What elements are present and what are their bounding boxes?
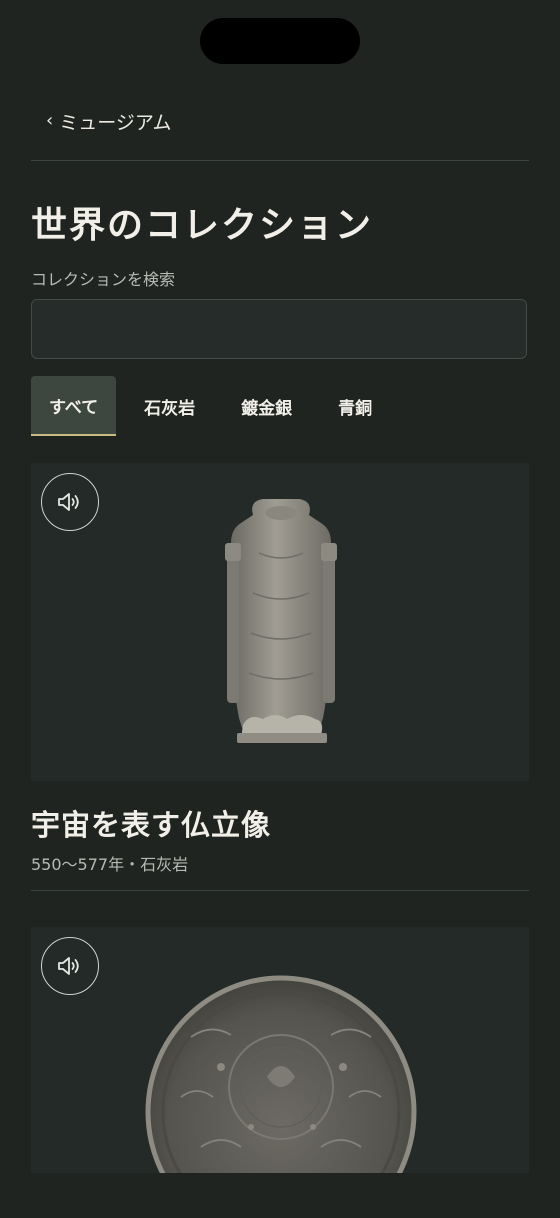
device-notch	[200, 18, 360, 64]
filter-tab-label: 鍍金銀	[241, 398, 293, 419]
back-button-label: ミュージアム	[59, 111, 172, 134]
page-title: 世界のコレクション	[31, 205, 374, 246]
collection-item-image[interactable]	[31, 463, 529, 781]
collection-item-title[interactable]: 宇宙を表す仏立像	[31, 802, 271, 844]
audio-play-button[interactable]	[41, 473, 99, 531]
header-divider	[31, 160, 529, 161]
chevron-left-icon: ‹	[46, 110, 54, 131]
filter-tab-bronze[interactable]: 青銅	[320, 376, 390, 436]
search-label: コレクションを検索	[31, 270, 176, 289]
item-divider	[31, 890, 529, 891]
audio-play-button[interactable]	[41, 937, 99, 995]
filter-tabs: すべて 石灰岩 鍍金銀 青銅	[31, 376, 400, 436]
standing-buddha-statue-image	[225, 499, 337, 743]
filter-tab-all[interactable]: すべて	[31, 376, 117, 436]
collection-item-meta: 550〜577年・石灰岩	[31, 855, 189, 874]
collection-item-image[interactable]	[31, 927, 529, 1173]
filter-tab-label: すべて	[49, 397, 99, 418]
speaker-icon	[58, 493, 79, 511]
search-input[interactable]	[31, 299, 527, 359]
speaker-icon	[58, 957, 79, 975]
filter-tab-label: 石灰岩	[144, 398, 196, 419]
filter-tab-label: 青銅	[338, 398, 373, 419]
back-button[interactable]: ‹ ミュージアム	[46, 106, 172, 136]
filter-tab-limestone[interactable]: 石灰岩	[126, 376, 213, 436]
filter-tab-gilded-silver[interactable]: 鍍金銀	[223, 376, 310, 436]
gilded-silver-dish-image	[145, 975, 417, 1173]
